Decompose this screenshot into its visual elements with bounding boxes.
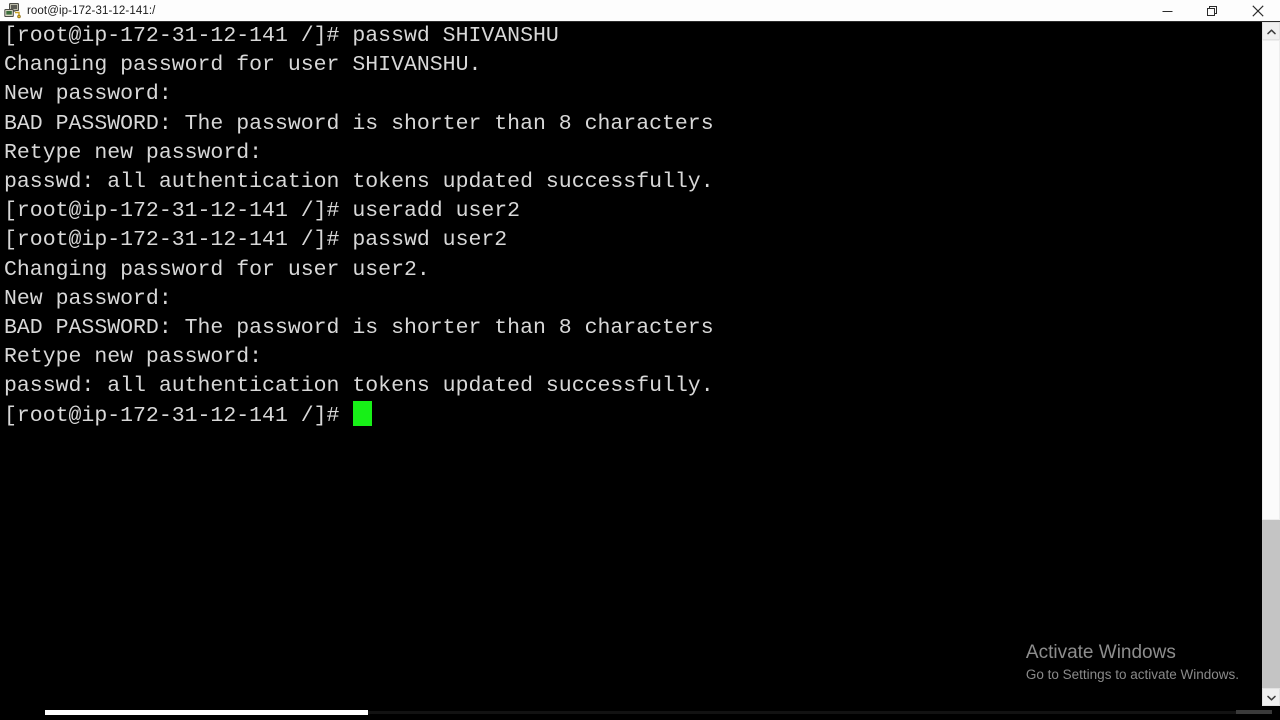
- terminal-body-area: [root@ip-172-31-12-141 /]# passwd SHIVAN…: [0, 22, 1280, 706]
- terminal-line: Retype new password:: [4, 140, 263, 165]
- terminal-line: BAD PASSWORD: The password is shorter th…: [4, 315, 714, 340]
- horizontal-scrollbar-thumb[interactable]: [45, 710, 368, 715]
- terminal-line: passwd: all authentication tokens update…: [4, 169, 714, 194]
- terminal-line: Retype new password:: [4, 345, 263, 370]
- activate-windows-watermark: Activate Windows Go to Settings to activ…: [1026, 641, 1239, 684]
- terminal-line: [root@ip-172-31-12-141 /]# passwd SHIVAN…: [4, 24, 559, 48]
- scroll-down-button[interactable]: [1262, 688, 1280, 706]
- terminal-line: Changing password for user user2.: [4, 257, 430, 282]
- resize-grip[interactable]: [1236, 710, 1272, 714]
- window-controls: [1145, 0, 1280, 22]
- terminal-line: New password:: [4, 82, 172, 107]
- restore-window-icon: [1207, 5, 1218, 17]
- minimize-icon: [1162, 6, 1173, 17]
- terminal-line: BAD PASSWORD: The password is shorter th…: [4, 111, 714, 136]
- title-bar-left-group: root@ip-172-31-12-141:/: [0, 2, 155, 19]
- putty-terminal-icon: [4, 2, 21, 19]
- vertical-scrollbar[interactable]: [1261, 22, 1280, 706]
- window-title-text: root@ip-172-31-12-141:/: [27, 4, 156, 17]
- chevron-down-icon: [1266, 688, 1276, 706]
- watermark-title: Activate Windows: [1025, 642, 1176, 663]
- terminal-cursor: [353, 401, 373, 427]
- scroll-up-button[interactable]: [1262, 22, 1280, 40]
- vertical-scrollbar-track[interactable]: [1262, 40, 1280, 688]
- minimize-button[interactable]: [1145, 0, 1190, 22]
- maximize-restore-button[interactable]: [1190, 0, 1235, 22]
- vertical-scrollbar-thumb[interactable]: [1262, 40, 1280, 520]
- window-title-bar[interactable]: root@ip-172-31-12-141:/: [0, 0, 1280, 22]
- terminal-screen[interactable]: [root@ip-172-31-12-141 /]# passwd SHIVAN…: [0, 22, 1261, 706]
- terminal-line: [root@ip-172-31-12-141 /]# useradd user2: [4, 199, 521, 224]
- horizontal-scrollbar-track[interactable]: [368, 711, 1266, 714]
- bottom-scroll-strip[interactable]: [0, 706, 1280, 720]
- watermark-subtitle: Go to Settings to activate Windows.: [1025, 667, 1239, 682]
- terminal-line: [root@ip-172-31-12-141 /]# passwd user2: [4, 228, 508, 253]
- close-button[interactable]: [1235, 0, 1280, 22]
- terminal-window: root@ip-172-31-12-141:/ [root@ip-172-31-…: [0, 0, 1280, 720]
- terminal-output: [root@ip-172-31-12-141 /]# passwd SHIVAN…: [4, 22, 714, 431]
- terminal-line: Changing password for user SHIVANSHU.: [4, 53, 482, 78]
- terminal-prompt-text: [root@ip-172-31-12-141 /]#: [4, 404, 353, 429]
- terminal-line: passwd: all authentication tokens update…: [4, 374, 714, 399]
- close-icon: [1251, 5, 1264, 17]
- chevron-up-icon: [1266, 22, 1276, 40]
- terminal-line: New password:: [4, 286, 172, 311]
- terminal-prompt-line: [root@ip-172-31-12-141 /]#: [4, 401, 714, 430]
